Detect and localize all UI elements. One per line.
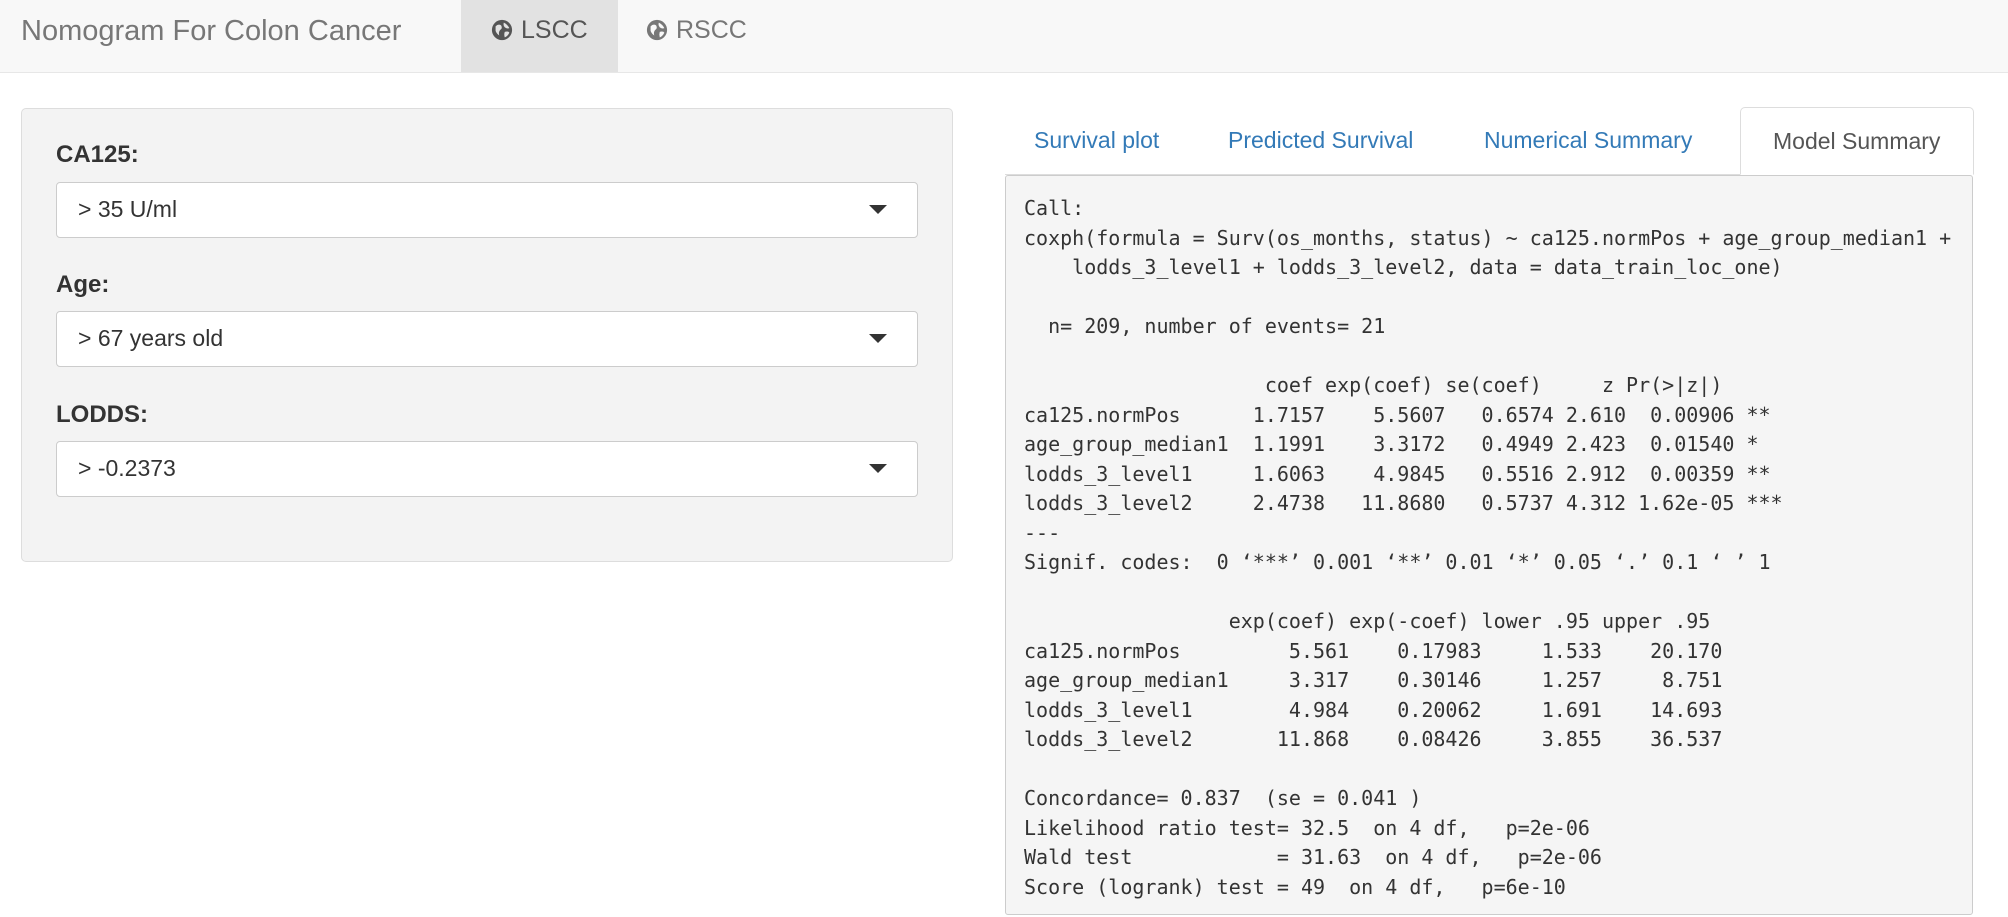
navbar: Nomogram For Colon Cancer LSCC RSCC: [0, 0, 2008, 73]
lodds-select-value: > -0.2373: [78, 455, 176, 481]
output-line: Likelihood ratio test= 32.5 on 4 df, p=2…: [1024, 815, 1590, 840]
output-tabs: Survival plot Predicted Survival Numeric…: [1005, 107, 1974, 175]
output-line: lodds_3_level2 2.4738 11.8680 0.5737 4.3…: [1024, 491, 1783, 515]
output-line: lodds_3_level2 11.868 0.08426 3.855 36.5…: [1024, 727, 1723, 751]
nav-tab-rscc[interactable]: RSCC: [618, 0, 768, 72]
output-line: Wald test = 31.63 on 4 df, p=2e-06: [1024, 845, 1602, 869]
output-line: Concordance= 0.837 (se = 0.041 ): [1024, 786, 1422, 810]
tab-predicted-survival[interactable]: Predicted Survival: [1228, 107, 1413, 175]
tab-model-summary[interactable]: Model Summary: [1740, 107, 1974, 175]
age-select[interactable]: > 67 years old: [56, 311, 918, 367]
globe-icon: [646, 19, 668, 41]
output-line: ca125.normPos 1.7157 5.5607 0.6574 2.610…: [1024, 402, 1771, 427]
output-line: Call:: [1024, 196, 1085, 220]
output-line: age_group_median1 1.1991 3.3172 0.4949 2…: [1024, 432, 1759, 456]
tab-survival-plot[interactable]: Survival plot: [1034, 107, 1159, 175]
app-title[interactable]: Nomogram For Colon Cancer: [21, 0, 401, 73]
output-line: lodds_3_level1 1.6063 4.9845 0.5516 2.91…: [1024, 461, 1771, 486]
output-line: Signif. codes: 0 ‘***’ 0.001 ‘**’ 0.01 ‘…: [1024, 550, 1771, 574]
nav-tab-rscc-label: RSCC: [676, 16, 747, 44]
chevron-down-icon: [869, 205, 887, 214]
ca125-select-value: > 35 U/ml: [78, 196, 178, 222]
output-line: coxph(formula = Surv(os_months, status) …: [1024, 225, 1952, 250]
lodds-select[interactable]: > -0.2373: [56, 441, 918, 497]
output-line: coef exp(coef) se(coef) z Pr(>|z|): [1024, 373, 1723, 397]
output-line: n= 209, number of events= 21: [1024, 314, 1386, 338]
output-line: exp(coef) exp(-coef) lower .95 upper .95: [1024, 609, 1711, 633]
input-panel: CA125: > 35 U/ml Age: > 67 years old LOD…: [21, 108, 953, 562]
nav-tab-lscc-label: LSCC: [521, 16, 588, 44]
output-line: ca125.normPos 5.561 0.17983 1.533 20.170: [1024, 638, 1723, 663]
output-line: Score (logrank) test = 49 on 4 df, p=6e-…: [1024, 874, 1566, 899]
model-summary-output: Call: coxph(formula = Surv(os_months, st…: [1005, 175, 1973, 915]
chevron-down-icon: [869, 464, 887, 473]
age-select-value: > 67 years old: [78, 325, 224, 351]
age-label: Age:: [56, 271, 110, 298]
output-line: age_group_median1 3.317 0.30146 1.257 8.…: [1024, 668, 1723, 692]
lodds-label: LODDS:: [56, 401, 148, 428]
output-line: lodds_3_level1 + lodds_3_level2, data = …: [1024, 255, 1783, 279]
tab-numerical-summary[interactable]: Numerical Summary: [1484, 107, 1692, 175]
nav-tab-lscc[interactable]: LSCC: [461, 0, 618, 72]
output-line: ---: [1024, 520, 1061, 545]
globe-icon: [491, 19, 513, 41]
chevron-down-icon: [869, 334, 887, 343]
ca125-label: CA125:: [56, 141, 139, 168]
ca125-select[interactable]: > 35 U/ml: [56, 182, 918, 238]
model-summary-text: Call: coxph(formula = Surv(os_months, st…: [1024, 194, 1951, 902]
output-line: lodds_3_level1 4.984 0.20062 1.691 14.69…: [1024, 697, 1723, 722]
